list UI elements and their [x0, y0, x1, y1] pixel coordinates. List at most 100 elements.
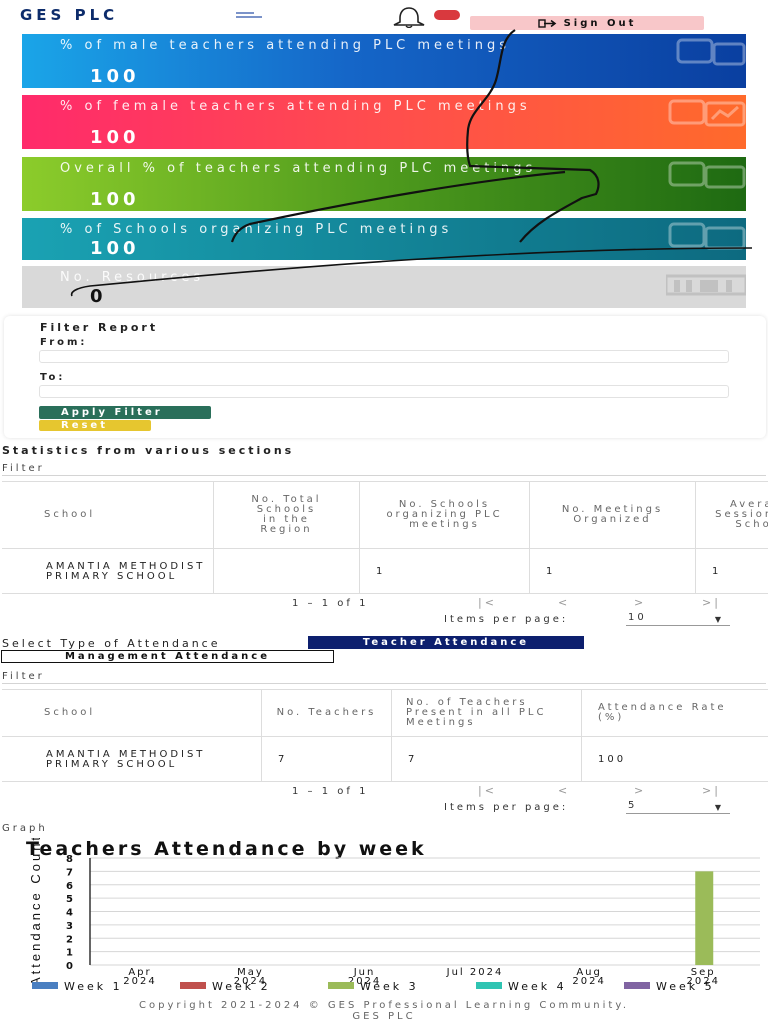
stat-card-value: 100 — [90, 127, 140, 148]
x-tick-label: Apr 2024 — [123, 967, 156, 987]
divider — [2, 475, 766, 476]
management-attendance-button[interactable]: Management Attendance — [1, 650, 334, 663]
table-cell: 7 — [262, 737, 392, 781]
stat-card-value: 100 — [90, 66, 140, 87]
stat-card-label: Overall % of teachers attending PLC meet… — [60, 161, 537, 176]
stat-card-label: % of female teachers attending PLC meeti… — [60, 99, 531, 114]
from-label: From: — [40, 337, 88, 348]
y-tick-label: 5 — [66, 894, 76, 905]
teacher-attendance-button[interactable]: Teacher Attendance — [308, 636, 584, 649]
items-per-page-label: Items per page: — [444, 802, 569, 813]
attendance-filter-label[interactable]: Filter — [2, 671, 45, 682]
table-cell-school: AMANTIA METHODIST PRIMARY SCHOOL — [2, 737, 262, 781]
legend-label: Week 3 — [360, 980, 419, 993]
column-header[interactable]: No. Schools organizing PLC meetings — [360, 482, 530, 548]
attendance-type-label: Select Type of Attendance — [2, 637, 221, 650]
sign-out-button[interactable]: Sign Out — [470, 16, 704, 30]
statistics-filter-label[interactable]: Filter — [2, 463, 45, 474]
attendance-chart: Teachers Attendance by week Attendance C… — [2, 838, 766, 1000]
y-tick-label: 3 — [66, 921, 76, 932]
items-per-page-value: 10 — [628, 612, 647, 623]
sign-out-icon — [537, 18, 556, 28]
statistics-table: School No. Total Schools in the Region N… — [2, 481, 768, 594]
next-page-icon[interactable]: > — [634, 596, 646, 609]
stat-card-value: 100 — [90, 238, 140, 259]
y-axis-label: Attendance Count — [28, 838, 43, 986]
table-cell: 1 — [360, 549, 530, 593]
legend-label: Week 2 — [212, 980, 271, 993]
column-header[interactable]: No. of Teachers Present in all PLC Meeti… — [392, 690, 582, 736]
attendance-table: School No. Teachers No. of Teachers Pres… — [2, 689, 768, 782]
legend-label: Week 5 — [656, 980, 715, 993]
footer: Copyright 2021-2024 © GES Professional L… — [0, 1000, 768, 1022]
column-header[interactable]: No. Teachers — [262, 690, 392, 736]
items-per-page-label: Items per page: — [444, 614, 569, 625]
column-header[interactable]: Attendance Rate (%) — [582, 690, 768, 736]
table-cell — [214, 549, 360, 593]
reset-button[interactable]: Reset — [39, 420, 151, 431]
document-icon — [668, 222, 746, 250]
stat-card-label: % of Schools organizing PLC meetings — [60, 222, 453, 237]
document-icon — [668, 161, 746, 189]
last-page-icon[interactable]: >| — [702, 596, 721, 609]
column-header[interactable]: No. Total Schools in the Region — [214, 482, 360, 548]
notification-badge[interactable] — [434, 10, 460, 20]
document-icon — [676, 38, 746, 66]
y-tick-label: 8 — [66, 854, 76, 865]
paginator-range: 1 – 1 of 1 — [292, 598, 369, 609]
chevron-down-icon: ▼ — [714, 615, 724, 624]
y-tick-label: 1 — [66, 948, 76, 959]
y-tick-label: 7 — [66, 867, 76, 878]
apply-filter-button[interactable]: Apply Filter — [39, 406, 211, 419]
column-header[interactable]: Average Sessions by School — [696, 482, 768, 548]
legend-swatch — [328, 982, 354, 989]
filter-report-card: Filter Report From: To: Apply Filter Res… — [4, 316, 766, 438]
chevron-down-icon: ▼ — [714, 803, 724, 812]
stat-card-male-teachers: % of male teachers attending PLC meeting… — [22, 34, 746, 88]
to-date-input[interactable] — [39, 385, 729, 398]
legend-swatch — [32, 982, 58, 989]
y-tick-label: 6 — [66, 881, 76, 892]
bell-icon[interactable] — [386, 6, 432, 28]
footer-brand: GES PLC — [352, 1011, 416, 1022]
last-page-icon[interactable]: >| — [702, 784, 721, 797]
legend-label: Week 1 — [64, 980, 123, 993]
stat-card-label: No. Resources — [60, 270, 205, 285]
previous-page-icon[interactable]: < — [558, 596, 570, 609]
y-tick-label: 2 — [66, 934, 76, 945]
first-page-icon[interactable]: |< — [478, 596, 497, 609]
legend-label: Week 4 — [508, 980, 567, 993]
chart-icon — [668, 99, 746, 127]
items-per-page-value: 5 — [628, 800, 638, 811]
menu-icon[interactable] — [236, 12, 262, 20]
previous-page-icon[interactable]: < — [558, 784, 570, 797]
footer-copyright: Copyright 2021-2024 © GES Professional L… — [139, 1000, 629, 1011]
items-per-page-select[interactable]: 5 ▼ — [626, 800, 730, 814]
stat-card-label: % of male teachers attending PLC meeting… — [60, 38, 511, 53]
stat-card-schools-organizing: % of Schools organizing PLC meetings 100 — [22, 218, 746, 260]
next-page-icon[interactable]: > — [634, 784, 646, 797]
paginator-range: 1 – 1 of 1 — [292, 786, 369, 797]
column-header[interactable]: School — [2, 482, 214, 548]
column-header[interactable]: School — [2, 690, 262, 736]
filter-report-title: Filter Report — [40, 321, 159, 334]
to-label: To: — [40, 372, 66, 383]
legend-swatch — [624, 982, 650, 989]
stat-card-female-teachers: % of female teachers attending PLC meeti… — [22, 95, 746, 149]
table-cell: 100 — [598, 754, 627, 765]
y-tick-label: 0 — [66, 961, 76, 972]
legend-swatch — [180, 982, 206, 989]
stat-card-resources: No. Resources 0 — [22, 266, 746, 308]
table-cell: 1 — [712, 566, 722, 577]
chart-svg: Attendance Count 012345678Apr 2024May 2024… — [28, 838, 760, 993]
statistics-paginator: 1 – 1 of 1 |< < > >| Items per page: 10 … — [2, 594, 768, 634]
items-per-page-select[interactable]: 10 ▼ — [626, 612, 730, 626]
divider — [2, 683, 766, 684]
first-page-icon[interactable]: |< — [478, 784, 497, 797]
column-header[interactable]: No. Meetings Organized — [530, 482, 696, 548]
brand-logo-text[interactable]: GES PLC — [20, 6, 118, 24]
from-date-input[interactable] — [39, 350, 729, 363]
x-tick-label: Jul 2024 — [446, 967, 504, 978]
table-cell-school: AMANTIA METHODIST PRIMARY SCHOOL — [2, 549, 214, 593]
statistics-heading: Statistics from various sections — [2, 444, 295, 457]
